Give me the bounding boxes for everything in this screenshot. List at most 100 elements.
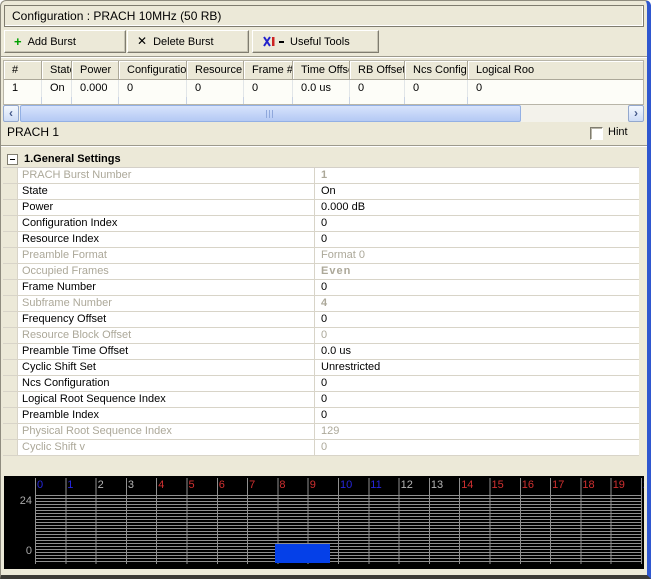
- column-header[interactable]: Logical Roo: [468, 61, 643, 80]
- table-empty-cell: [187, 97, 244, 104]
- setting-value[interactable]: 0.0 us: [315, 344, 639, 359]
- setting-label: PRACH Burst Number: [18, 168, 315, 183]
- burst-table-header-row: #StatePowerConfiguration #Resource #Fram…: [4, 61, 643, 80]
- delete-burst-button[interactable]: ✕ Delete Burst: [127, 30, 249, 53]
- column-header[interactable]: Power: [72, 61, 119, 80]
- table-empty-cell: [405, 97, 468, 104]
- delete-burst-label: Delete Burst: [153, 35, 214, 48]
- subframe-label: 9: [309, 479, 316, 491]
- setting-label: Frequency Offset: [18, 312, 315, 327]
- setting-label: Logical Root Sequence Index: [18, 392, 315, 407]
- setting-value[interactable]: 0: [315, 280, 639, 295]
- dropdown-dash-icon: [279, 40, 284, 43]
- subframe-label: 3: [127, 479, 135, 491]
- column-header[interactable]: #: [4, 61, 42, 80]
- settings-group-title: 1.General Settings: [24, 153, 121, 165]
- setting-row: Ncs Configuration 0: [3, 376, 639, 392]
- column-header[interactable]: RB Offset: [350, 61, 405, 80]
- setting-value[interactable]: 0: [315, 376, 639, 391]
- table-empty-cell: [468, 97, 643, 104]
- setting-value: Even: [321, 265, 352, 277]
- burst-table: #StatePowerConfiguration #Resource #Fram…: [3, 60, 644, 105]
- setting-value[interactable]: On: [315, 184, 639, 199]
- plus-icon: +: [14, 34, 22, 49]
- useful-tools-button[interactable]: Useful Tools: [252, 30, 379, 53]
- setting-value[interactable]: 0: [315, 312, 639, 327]
- row-gutter: [3, 360, 18, 375]
- row-gutter: [3, 200, 18, 215]
- table-cell: 0.0 us: [293, 80, 350, 97]
- table-cell: 1: [4, 80, 42, 97]
- column-header[interactable]: State: [42, 61, 72, 80]
- row-gutter: [3, 248, 18, 263]
- setting-row: Resource Block Offset 0: [3, 328, 639, 344]
- subframe-label: 5: [188, 479, 195, 491]
- window-content: Configuration : PRACH 10MHz (50 RB) + Ad…: [1, 1, 647, 575]
- row-gutter: [3, 264, 18, 279]
- setting-label: Subframe Number: [18, 296, 315, 311]
- table-row[interactable]: 1 On 0.000 0 0 0 0.0 us 0 0 0: [4, 80, 643, 97]
- row-gutter: [3, 392, 18, 407]
- scrollbar-thumb[interactable]: [20, 105, 521, 122]
- setting-value[interactable]: 0.000 dB: [315, 200, 639, 215]
- hint-checkbox[interactable]: [590, 127, 603, 140]
- setting-row: Cyclic Shift Set Unrestricted: [3, 360, 639, 376]
- setting-row: Preamble Time Offset 0.0 us: [3, 344, 639, 360]
- setting-value[interactable]: 0: [315, 232, 639, 247]
- horizontal-gridlines: [35, 495, 642, 564]
- setting-label: Preamble Index: [18, 408, 315, 423]
- setting-row: Frame Number 0: [3, 280, 639, 296]
- subframe-label: 18: [582, 479, 595, 491]
- setting-label: Occupied Frames: [18, 264, 315, 279]
- setting-row: Occupied Frames Even: [3, 264, 639, 280]
- column-header[interactable]: Configuration #: [119, 61, 187, 80]
- column-header[interactable]: Frame #: [244, 61, 293, 80]
- subframe-label: 16: [521, 479, 535, 491]
- collapse-icon[interactable]: [7, 154, 18, 165]
- column-header[interactable]: Resource #: [187, 61, 244, 80]
- subframe-label: 15: [491, 479, 504, 491]
- setting-row: State On: [3, 184, 639, 200]
- subframe-label: 2: [97, 479, 104, 491]
- y-axis-top-label: 24: [19, 495, 32, 507]
- table-cell: On: [42, 80, 72, 97]
- row-gutter: [3, 296, 18, 311]
- setting-value[interactable]: 0: [315, 408, 639, 423]
- add-burst-button[interactable]: + Add Burst: [4, 30, 126, 53]
- selected-burst-label: PRACH 1: [7, 125, 60, 139]
- scroll-left-button[interactable]: ‹: [3, 105, 19, 122]
- scroll-right-button[interactable]: ›: [628, 105, 644, 122]
- section-separator: [1, 145, 647, 147]
- setting-value[interactable]: Unrestricted: [315, 360, 639, 375]
- setting-label: Cyclic Shift v: [18, 440, 315, 455]
- setting-row: Preamble Format Format 0: [3, 248, 639, 264]
- subframe-label: 0: [37, 479, 44, 491]
- setting-label: Preamble Time Offset: [18, 344, 315, 359]
- subframe-label: 1: [67, 479, 74, 491]
- column-header[interactable]: Ncs Config.: [405, 61, 468, 80]
- table-empty-cell: [244, 97, 293, 104]
- resource-grid-panel: 24 0 0123456789101112131415161718192: [4, 476, 644, 569]
- setting-value: 0: [321, 329, 328, 341]
- y-axis-bottom-label: 0: [25, 545, 32, 557]
- subframe-label-clipped: 2: [643, 479, 644, 491]
- row-gutter: [3, 216, 18, 231]
- column-header[interactable]: Time Offset: [293, 61, 350, 80]
- setting-label: Cyclic Shift Set: [18, 360, 315, 375]
- subframe-label: 10: [340, 479, 353, 491]
- horizontal-scrollbar[interactable]: ‹ ›: [3, 105, 644, 122]
- setting-label: Power: [18, 200, 315, 215]
- setting-value[interactable]: 0: [315, 216, 639, 231]
- setting-label: Physical Root Sequence Index: [18, 424, 315, 439]
- setting-label: Preamble Format: [18, 248, 315, 263]
- setting-value: 4: [321, 297, 329, 309]
- table-empty-cell: [72, 97, 119, 104]
- x-icon: ✕: [137, 34, 148, 48]
- table-empty-cell: [4, 97, 42, 104]
- subframe-label: 13: [430, 479, 444, 491]
- table-cell: 0: [405, 80, 468, 97]
- subframe-label: 8: [279, 479, 286, 491]
- setting-row: Power 0.000 dB: [3, 200, 639, 216]
- setting-value[interactable]: 0: [315, 392, 639, 407]
- setting-label: Frame Number: [18, 280, 315, 295]
